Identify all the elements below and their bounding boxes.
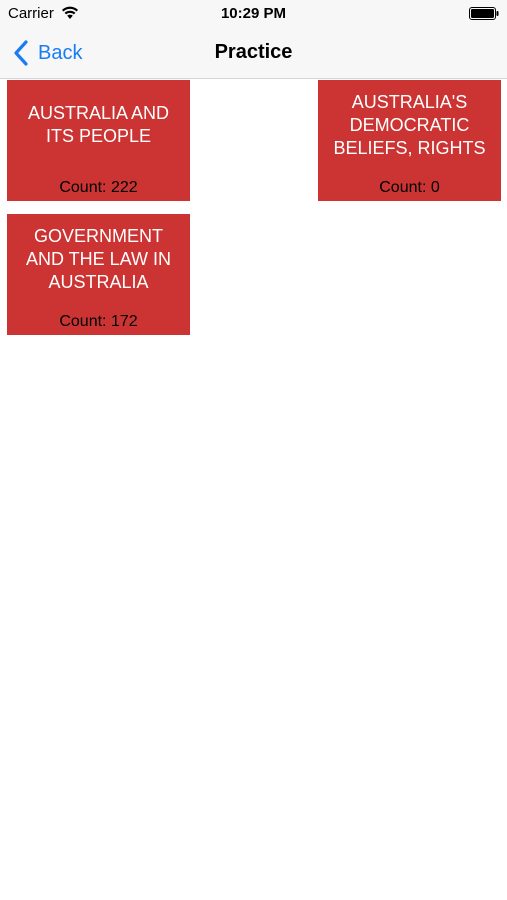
navigation-bar: Back Practice <box>0 28 507 79</box>
tile-count: Count: 222 <box>7 179 190 197</box>
count-prefix: Count: <box>59 313 111 330</box>
count-prefix: Count: <box>379 179 431 196</box>
tile-count: Count: 0 <box>318 179 501 197</box>
category-tile-government-and-the-law-in-australia[interactable]: GOVERNMENT AND THE LAW IN AUSTRALIA Coun… <box>7 214 190 335</box>
status-bar: Carrier 10:29 PM <box>0 0 507 28</box>
count-prefix: Count: <box>59 179 111 196</box>
category-tile-australia-and-its-people[interactable]: AUSTRALIA AND ITS PEOPLE Count: 222 <box>7 80 190 201</box>
tile-title: AUSTRALIA'S DEMOCRATIC BELIEFS, RIGHTS <box>333 92 486 158</box>
tile-title: AUSTRALIA AND ITS PEOPLE <box>27 103 170 146</box>
clock: 10:29 PM <box>220 5 287 22</box>
count-value: 172 <box>110 313 138 330</box>
category-tile-australias-democratic-beliefs-rights[interactable]: AUSTRALIA'S DEMOCRATIC BELIEFS, RIGHTS C… <box>318 80 501 201</box>
tile-title: GOVERNMENT AND THE LAW IN AUSTRALIA <box>25 226 172 292</box>
battery-icon <box>469 7 499 20</box>
page-title: Practice <box>214 41 293 63</box>
tile-count: Count: 172 <box>7 313 190 331</box>
count-value: 0 <box>430 179 440 196</box>
count-value: 222 <box>110 179 138 196</box>
